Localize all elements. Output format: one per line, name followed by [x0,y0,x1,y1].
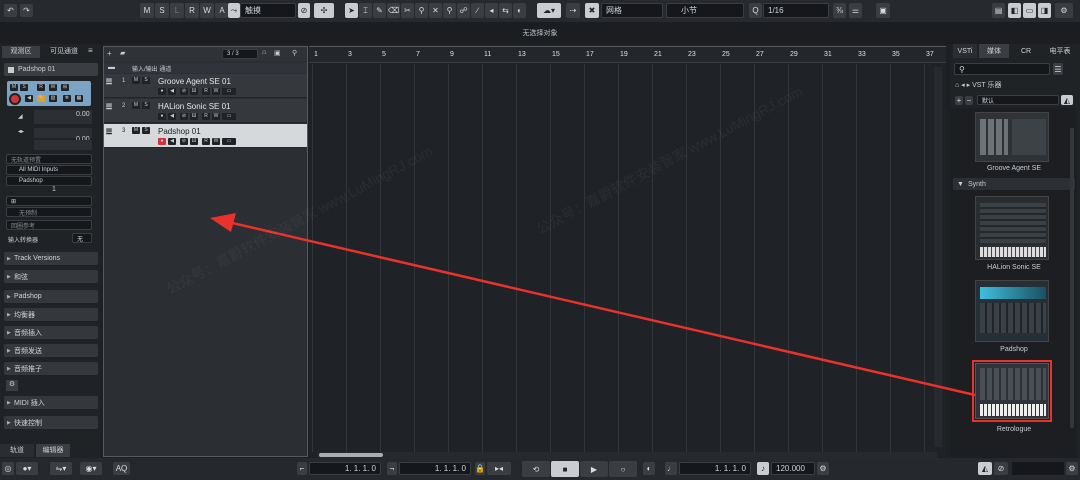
lock-icon[interactable]: 🔒 [475,462,485,475]
stop-button[interactable]: ■ [551,461,579,477]
aq-button[interactable]: AQ [113,462,130,475]
tempo-icon[interactable]: ♪ [757,462,769,475]
right-locator[interactable]: 1. 1. 1. 0 [399,462,471,475]
record-mode-icon[interactable]: ●▾ [16,462,38,475]
panel-right-icon[interactable]: ⊘ [994,462,1008,475]
panel-left-icon[interactable]: ◭ [978,462,992,475]
cycle-button[interactable]: ⟲ [522,461,550,477]
follow-icon[interactable]: ◐ [643,462,655,475]
constrain-icon[interactable]: ◎ [2,462,14,475]
left-locator-icon[interactable]: ⌐ [297,462,307,475]
tempo-settings-icon[interactable]: ⚙ [817,462,829,475]
tempo-display[interactable]: 120.000 [771,462,815,475]
arrow-shaft [227,220,976,397]
record-transport-button[interactable]: ○ [609,461,637,477]
settings-icon[interactable]: ⚙ [1066,462,1078,475]
right-locator-icon[interactable]: ¬ [387,462,397,475]
auto-quantize-mode-icon[interactable]: ◉▾ [80,462,102,475]
play-button[interactable]: ▶ [580,461,608,477]
arrow-head [210,213,236,232]
punch-icon[interactable]: ▸◂ [487,462,511,475]
transport-bar: ◎ ●▾ ⇋▾ ◉▾ AQ ⌐ 1. 1. 1. 0 ¬ 1. 1. 1. 0 … [0,458,1080,480]
position-display[interactable]: 1. 1. 1. 0 [679,462,751,475]
annotation-arrow [210,213,976,397]
level-meter [1012,462,1064,475]
metronome-icon[interactable]: ♩ [665,462,677,475]
left-locator[interactable]: 1. 1. 1. 0 [309,462,381,475]
cycle-mode-icon[interactable]: ⇋▾ [50,462,72,475]
